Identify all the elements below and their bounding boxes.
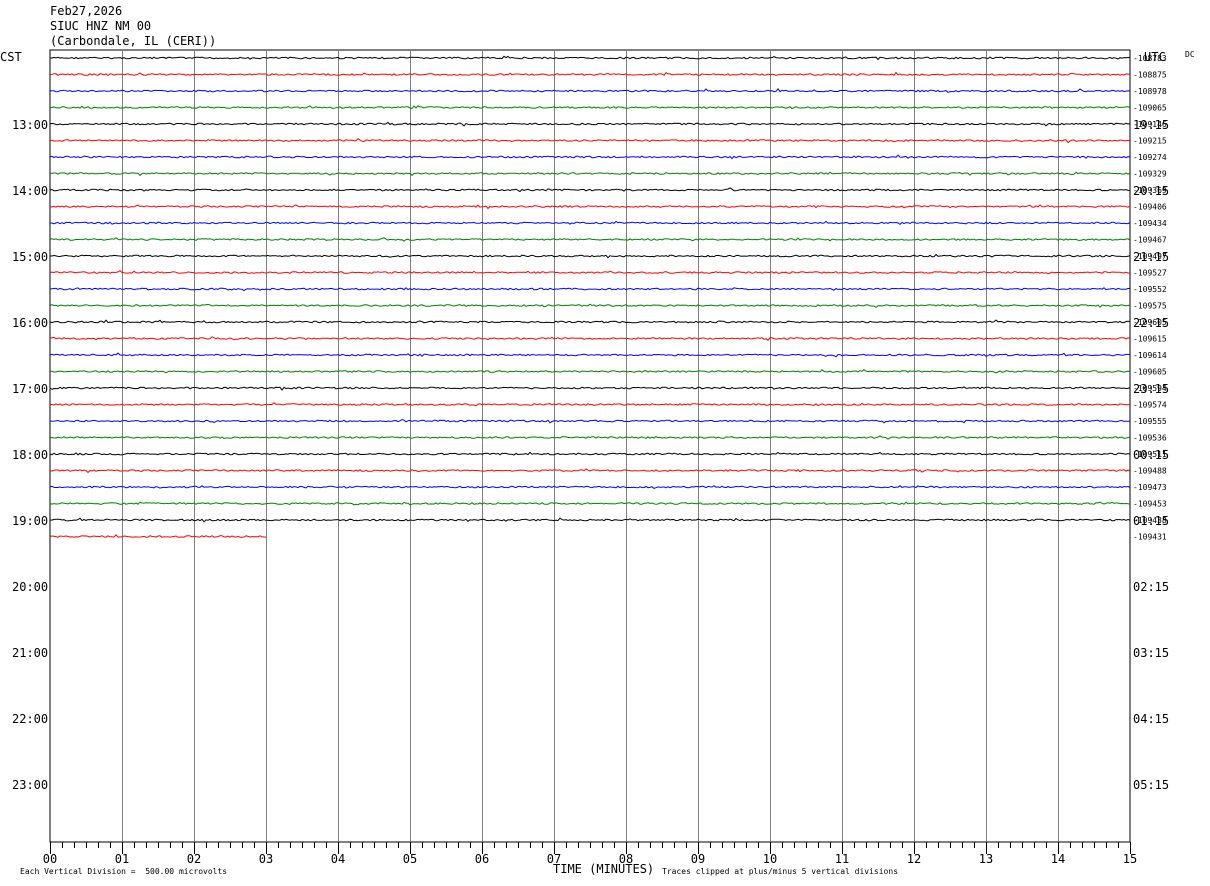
x-axis-label: TIME (MINUTES): [553, 862, 655, 876]
utc-hour-label: 02:15: [1133, 580, 1169, 594]
utc-hour-label: 19:15: [1133, 118, 1169, 132]
trace-dc-label: -109555: [1133, 417, 1167, 426]
seismic-trace: [49, 319, 1131, 324]
seismic-trace: [49, 105, 1131, 110]
trace-dc-label: -109574: [1133, 401, 1167, 410]
trace-dc-label: -109605: [1133, 368, 1167, 377]
seismic-trace: [49, 204, 1131, 210]
x-tick-label: 10: [763, 852, 777, 866]
trace-dc-label: -109575: [1133, 302, 1167, 311]
trace-dc-label: -109536: [1133, 434, 1167, 443]
cst-hour-label: 15:00: [12, 250, 48, 264]
cst-hour-label: 14:00: [12, 184, 48, 198]
dc-label: DC: [1185, 50, 1195, 59]
seismic-trace: [49, 386, 1131, 391]
trace-dc-label: -109453: [1133, 500, 1167, 509]
seismic-trace: [49, 237, 1131, 242]
trace-dc-label: -109552: [1133, 285, 1167, 294]
seismic-trace: [50, 55, 1131, 61]
trace-dc-label: -109434: [1133, 219, 1167, 228]
trace-dc-label: -109473: [1133, 483, 1167, 492]
cst-hour-label: 21:00: [12, 646, 48, 660]
utc-hour-label: 01:15: [1133, 514, 1169, 528]
seismic-trace: [49, 87, 1131, 93]
trace-dc-label: -108875: [1133, 71, 1167, 80]
clip-note: Traces clipped at plus/minus 5 vertical …: [662, 867, 899, 876]
trace-dc-label: -109615: [1133, 335, 1167, 344]
trace-dc-label: -109065: [1133, 104, 1167, 113]
x-tick-label: 13: [979, 852, 993, 866]
utc-hour-label: 21:15: [1133, 250, 1169, 264]
seismic-trace: [49, 121, 1131, 127]
utc-hour-label: 23:15: [1133, 382, 1169, 396]
trace-dc-label: -109614: [1133, 351, 1167, 360]
trace-dc-label: -109467: [1133, 236, 1167, 245]
trace-dc-label: -109488: [1133, 467, 1167, 476]
x-tick-label: 05: [403, 852, 417, 866]
x-tick-label: 04: [331, 852, 345, 866]
x-tick-label: 11: [835, 852, 849, 866]
cst-hour-label: 22:00: [12, 712, 48, 726]
cst-hour-label: 19:00: [12, 514, 48, 528]
seismic-trace: [49, 468, 1131, 474]
x-tick-label: 14: [1051, 852, 1065, 866]
x-tick-label: 06: [475, 852, 489, 866]
seismic-trace: [49, 138, 1131, 144]
utc-hour-label: 20:15: [1133, 184, 1169, 198]
seismic-trace: [49, 336, 1131, 342]
seismic-trace: [49, 187, 1131, 193]
cst-hour-label: 23:00: [12, 778, 48, 792]
trace-dc-label: -109527: [1133, 269, 1167, 278]
x-tick-label: 00: [43, 852, 57, 866]
x-tick-label: 02: [187, 852, 201, 866]
x-tick-label: 15: [1123, 852, 1137, 866]
cst-hour-label: 18:00: [12, 448, 48, 462]
seismic-trace: [49, 287, 1131, 292]
utc-hour-label: 03:15: [1133, 646, 1169, 660]
trace-dc-label: -109431: [1133, 533, 1167, 542]
seismic-trace: [50, 220, 1131, 226]
utc-axis-label: UTC: [1144, 50, 1166, 64]
trace-dc-label: -109215: [1133, 137, 1167, 146]
cst-hour-label: 13:00: [12, 118, 48, 132]
seismic-trace: [49, 418, 1131, 424]
seismic-trace: [49, 517, 1131, 523]
cst-hour-label: 17:00: [12, 382, 48, 396]
cst-axis-label: CST: [0, 50, 22, 64]
seismic-trace: [49, 303, 1131, 309]
seismic-trace: [49, 171, 1131, 177]
seismic-trace: [49, 269, 1131, 275]
seismic-trace: [49, 451, 1131, 456]
x-tick-label: 03: [259, 852, 273, 866]
plot-frame: [49, 49, 1131, 843]
seismic-trace: [49, 435, 1130, 440]
x-tick-label: 12: [907, 852, 921, 866]
x-tick-label: 09: [691, 852, 705, 866]
seismic-trace: [49, 485, 1131, 489]
seismic-trace: [50, 253, 1131, 259]
seismic-trace: [49, 352, 1131, 358]
utc-hour-label: 00:15: [1133, 448, 1169, 462]
utc-hour-label: 05:15: [1133, 778, 1169, 792]
trace-dc-label: -109274: [1133, 153, 1167, 162]
x-tick-label: 01: [115, 852, 129, 866]
seismic-trace: [50, 402, 1131, 407]
cst-hour-label: 20:00: [12, 580, 48, 594]
seismic-trace: [49, 368, 1131, 374]
trace-dc-label: -109329: [1133, 170, 1167, 179]
cst-hour-label: 16:00: [12, 316, 48, 330]
helicorder-chart: -108783-108875-108978-109065-109146-1092…: [0, 49, 1195, 866]
seismic-trace: [49, 71, 1131, 77]
seismic-trace: [49, 154, 1131, 160]
seismic-trace: [49, 501, 1131, 506]
utc-hour-label: 22:15: [1133, 316, 1169, 330]
scale-note: Each Vertical Division = 500.00 microvol…: [20, 867, 228, 876]
seismic-trace: [49, 534, 267, 538]
trace-dc-label: -109406: [1133, 203, 1167, 212]
trace-dc-label: -108978: [1133, 87, 1167, 96]
utc-hour-label: 04:15: [1133, 712, 1169, 726]
